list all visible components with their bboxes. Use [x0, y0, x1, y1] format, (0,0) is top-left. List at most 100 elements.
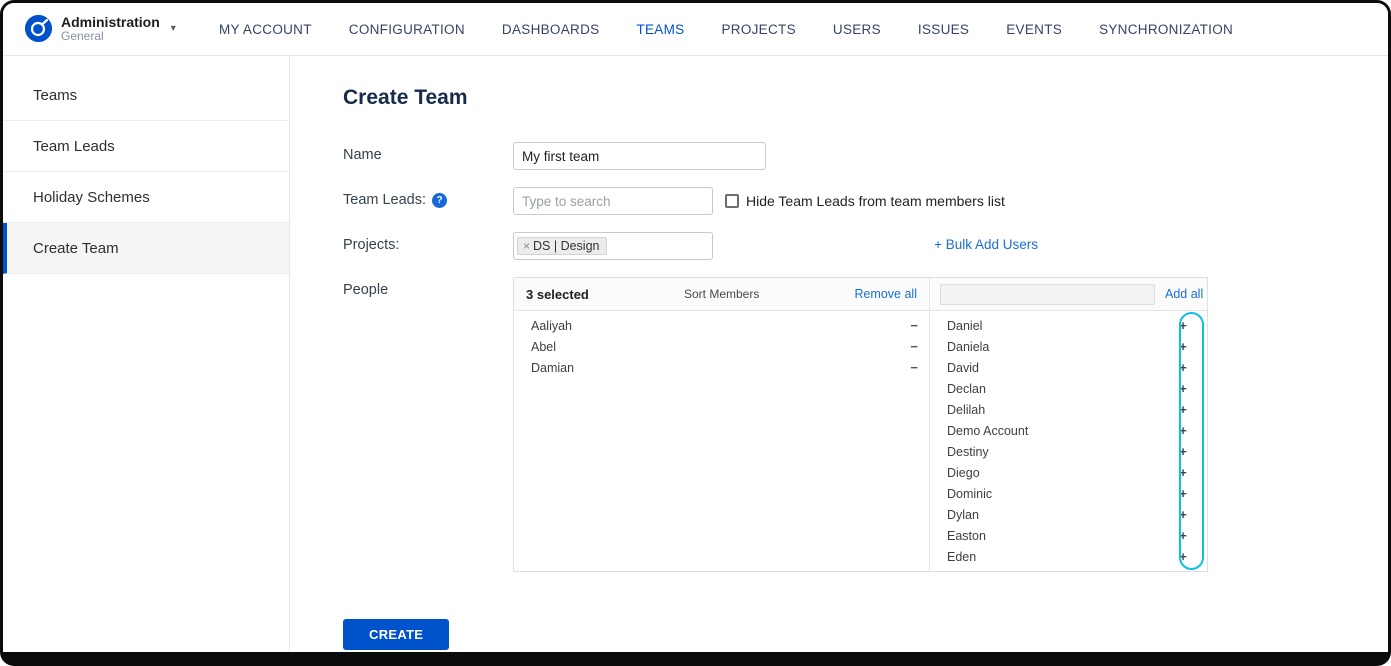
- available-member-row: David +: [930, 357, 1207, 378]
- add-member-icon[interactable]: +: [1174, 528, 1192, 543]
- nav-item[interactable]: DASHBOARDS: [502, 22, 600, 37]
- selected-member-row: Abel −: [514, 336, 929, 357]
- member-name: Abel: [531, 340, 910, 354]
- nav-item[interactable]: EVENTS: [1006, 22, 1062, 37]
- create-button[interactable]: CREATE: [343, 619, 449, 650]
- available-member-row: Daniel +: [930, 315, 1207, 336]
- hide-leads-checkbox-group: Hide Team Leads from team members list: [725, 187, 1005, 209]
- app-title: Administration: [61, 14, 160, 30]
- selected-count: 3 selected: [526, 287, 589, 302]
- sidebar: Teams Team Leads Holiday Schemes Create …: [3, 56, 290, 652]
- available-member-row: Dominic +: [930, 483, 1207, 504]
- help-icon[interactable]: ?: [432, 193, 447, 208]
- main-nav: MY ACCOUNT CONFIGURATION DASHBOARDS TEAM…: [219, 22, 1233, 37]
- name-label: Name: [343, 142, 513, 163]
- people-row: People 3 selected Sort Members Remove al…: [343, 277, 1038, 572]
- hide-leads-checkbox-label: Hide Team Leads from team members list: [746, 193, 1005, 209]
- add-member-icon[interactable]: +: [1174, 486, 1192, 501]
- member-name: Destiny: [947, 445, 1174, 459]
- team-name-input[interactable]: [513, 142, 766, 170]
- app-switcher[interactable]: Administration General ▾: [25, 14, 193, 44]
- nav-item[interactable]: CONFIGURATION: [349, 22, 465, 37]
- member-name: Aaliyah: [531, 319, 910, 333]
- member-name: Eden: [947, 550, 1174, 564]
- nav-item[interactable]: TEAMS: [636, 22, 684, 37]
- available-member-row: Diego +: [930, 462, 1207, 483]
- available-member-row: Demo Account +: [930, 420, 1207, 441]
- team-leads-label: Team Leads: ?: [343, 187, 513, 208]
- people-label: People: [343, 277, 513, 298]
- remove-tag-icon[interactable]: ×: [523, 239, 530, 253]
- member-name: Dominic: [947, 487, 1174, 501]
- projects-row: Projects: × DS | Design + Bulk Add Users: [343, 232, 1038, 260]
- remove-all-link[interactable]: Remove all: [854, 287, 917, 301]
- member-name: Delilah: [947, 403, 1174, 417]
- member-name: Declan: [947, 382, 1174, 396]
- available-member-row: Declan +: [930, 378, 1207, 399]
- project-tag: × DS | Design: [517, 237, 607, 255]
- available-member-row: Delilah +: [930, 399, 1207, 420]
- add-member-icon[interactable]: +: [1174, 444, 1192, 459]
- picker-header: 3 selected Sort Members Remove all Add a…: [514, 278, 1207, 311]
- nav-item[interactable]: USERS: [833, 22, 881, 37]
- picker-body: Aaliyah − Abel −: [514, 311, 1207, 571]
- member-search-input[interactable]: [940, 284, 1155, 305]
- add-member-icon[interactable]: +: [1174, 318, 1192, 333]
- add-member-icon[interactable]: +: [1174, 402, 1192, 417]
- sidebar-item[interactable]: Holiday Schemes: [3, 172, 289, 223]
- member-name: Demo Account: [947, 424, 1174, 438]
- main-content: Create Team Name Team Leads: ?: [290, 56, 1388, 652]
- app-body: Teams Team Leads Holiday Schemes Create …: [3, 56, 1388, 652]
- add-member-icon[interactable]: +: [1174, 549, 1192, 564]
- available-members-rows: Daniel + Daniela +: [930, 315, 1207, 567]
- add-all-link[interactable]: Add all: [1165, 287, 1203, 301]
- available-member-row: Dylan +: [930, 504, 1207, 525]
- member-name: Diego: [947, 466, 1174, 480]
- sidebar-item[interactable]: Team Leads: [3, 121, 289, 172]
- nav-item[interactable]: PROJECTS: [721, 22, 795, 37]
- nav-item[interactable]: SYNCHRONIZATION: [1099, 22, 1233, 37]
- member-name: David: [947, 361, 1174, 375]
- nav-item[interactable]: MY ACCOUNT: [219, 22, 312, 37]
- selected-member-row: Damian −: [514, 357, 929, 378]
- sidebar-item[interactable]: Teams: [3, 70, 289, 121]
- add-member-icon[interactable]: +: [1174, 507, 1192, 522]
- page-title: Create Team: [343, 86, 1388, 110]
- remove-member-icon[interactable]: −: [910, 318, 918, 333]
- available-panel-header: Add all: [930, 278, 1213, 310]
- app-window: Administration General ▾ MY ACCOUNT CONF…: [0, 0, 1391, 666]
- team-members-picker: 3 selected Sort Members Remove all Add a…: [513, 277, 1208, 572]
- member-name: Daniel: [947, 319, 1174, 333]
- create-team-form: Name Team Leads: ? Hide T: [343, 142, 1038, 572]
- selected-member-row: Aaliyah −: [514, 315, 929, 336]
- available-member-row: Daniela +: [930, 336, 1207, 357]
- member-name: Easton: [947, 529, 1174, 543]
- available-member-row: Eden +: [930, 546, 1207, 567]
- app-logo-icon: [25, 15, 52, 42]
- bulk-add-users-link[interactable]: + Bulk Add Users: [934, 232, 1038, 252]
- team-leads-label-text: Team Leads:: [343, 192, 426, 208]
- add-member-icon[interactable]: +: [1174, 360, 1192, 375]
- project-tag-label: DS | Design: [533, 239, 599, 253]
- app-title-block: Administration General: [61, 14, 160, 44]
- add-member-icon[interactable]: +: [1174, 423, 1192, 438]
- add-member-icon[interactable]: +: [1174, 339, 1192, 354]
- selected-members-list: Aaliyah − Abel −: [514, 311, 930, 571]
- top-bar: Administration General ▾ MY ACCOUNT CONF…: [3, 3, 1388, 56]
- member-name: Damian: [531, 361, 910, 375]
- chevron-down-icon: ▾: [171, 23, 176, 34]
- team-leads-row: Team Leads: ? Hide Team Leads from team …: [343, 187, 1038, 215]
- nav-item[interactable]: ISSUES: [918, 22, 969, 37]
- projects-tag-input[interactable]: × DS | Design: [513, 232, 713, 260]
- hide-leads-checkbox[interactable]: [725, 194, 739, 208]
- member-name: Daniela: [947, 340, 1174, 354]
- add-member-icon[interactable]: +: [1174, 465, 1192, 480]
- app-subtitle: General: [61, 30, 160, 44]
- remove-member-icon[interactable]: −: [910, 339, 918, 354]
- sidebar-item[interactable]: Create Team: [3, 223, 289, 274]
- add-member-icon[interactable]: +: [1174, 381, 1192, 396]
- remove-member-icon[interactable]: −: [910, 360, 918, 375]
- available-members-list: Daniel + Daniela +: [930, 311, 1207, 571]
- sort-members-button[interactable]: Sort Members: [684, 287, 759, 301]
- team-leads-search-input[interactable]: [513, 187, 713, 215]
